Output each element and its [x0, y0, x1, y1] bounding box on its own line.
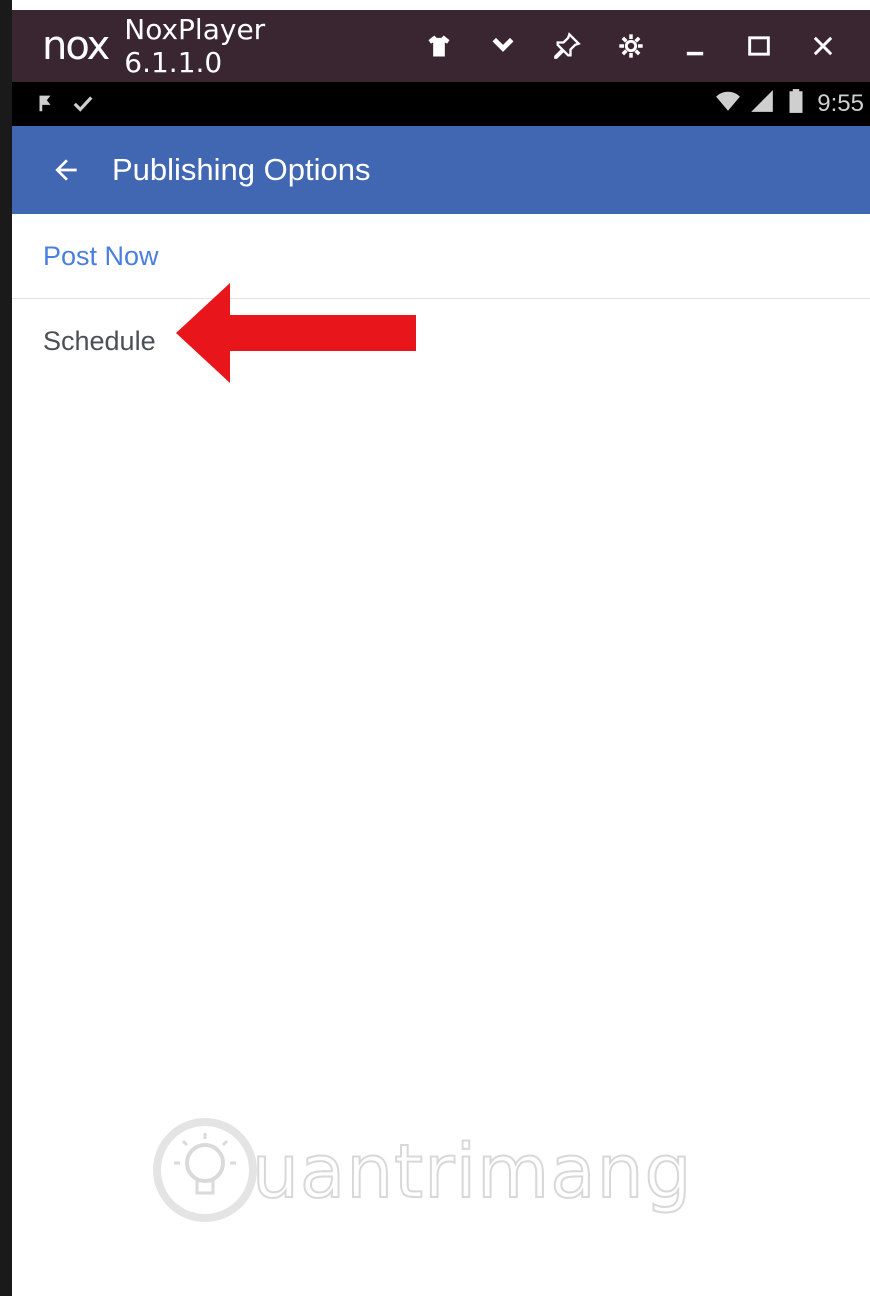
gear-icon[interactable]	[614, 29, 648, 63]
maximize-icon[interactable]	[742, 29, 776, 63]
lightbulb-icon	[150, 1115, 260, 1230]
wifi-icon	[715, 88, 741, 119]
option-label: Post Now	[43, 240, 159, 271]
emulator-title-bar: nox NoxPlayer 6.1.1.0	[12, 10, 870, 82]
notification-flag-icon	[34, 92, 56, 119]
battery-icon	[783, 88, 809, 119]
red-arrow-annotation	[176, 283, 416, 383]
android-status-bar: 9:55	[12, 82, 870, 126]
minimize-icon[interactable]	[678, 29, 712, 63]
signal-icon	[749, 88, 775, 119]
close-icon[interactable]	[806, 29, 840, 63]
status-time: 9:55	[817, 89, 864, 117]
page-title: Publishing Options	[112, 152, 371, 187]
option-label: Schedule	[43, 325, 156, 356]
app-bar: Publishing Options	[12, 126, 870, 214]
chevron-down-icon[interactable]	[486, 29, 520, 63]
window-frame-left	[0, 0, 12, 1296]
check-icon	[72, 92, 94, 119]
watermark-text: uantrimang	[251, 1128, 693, 1216]
shirt-icon[interactable]	[422, 29, 456, 63]
nox-logo: nox	[42, 23, 110, 69]
window-title: NoxPlayer 6.1.1.0	[124, 13, 266, 79]
pin-icon[interactable]	[550, 29, 584, 63]
window-frame-top	[0, 0, 870, 10]
title-bar-controls	[422, 29, 870, 63]
back-arrow-icon[interactable]	[46, 150, 86, 190]
watermark: uantrimang	[150, 1112, 710, 1232]
option-post-now[interactable]: Post Now	[12, 214, 870, 299]
option-schedule[interactable]: Schedule	[12, 299, 870, 383]
